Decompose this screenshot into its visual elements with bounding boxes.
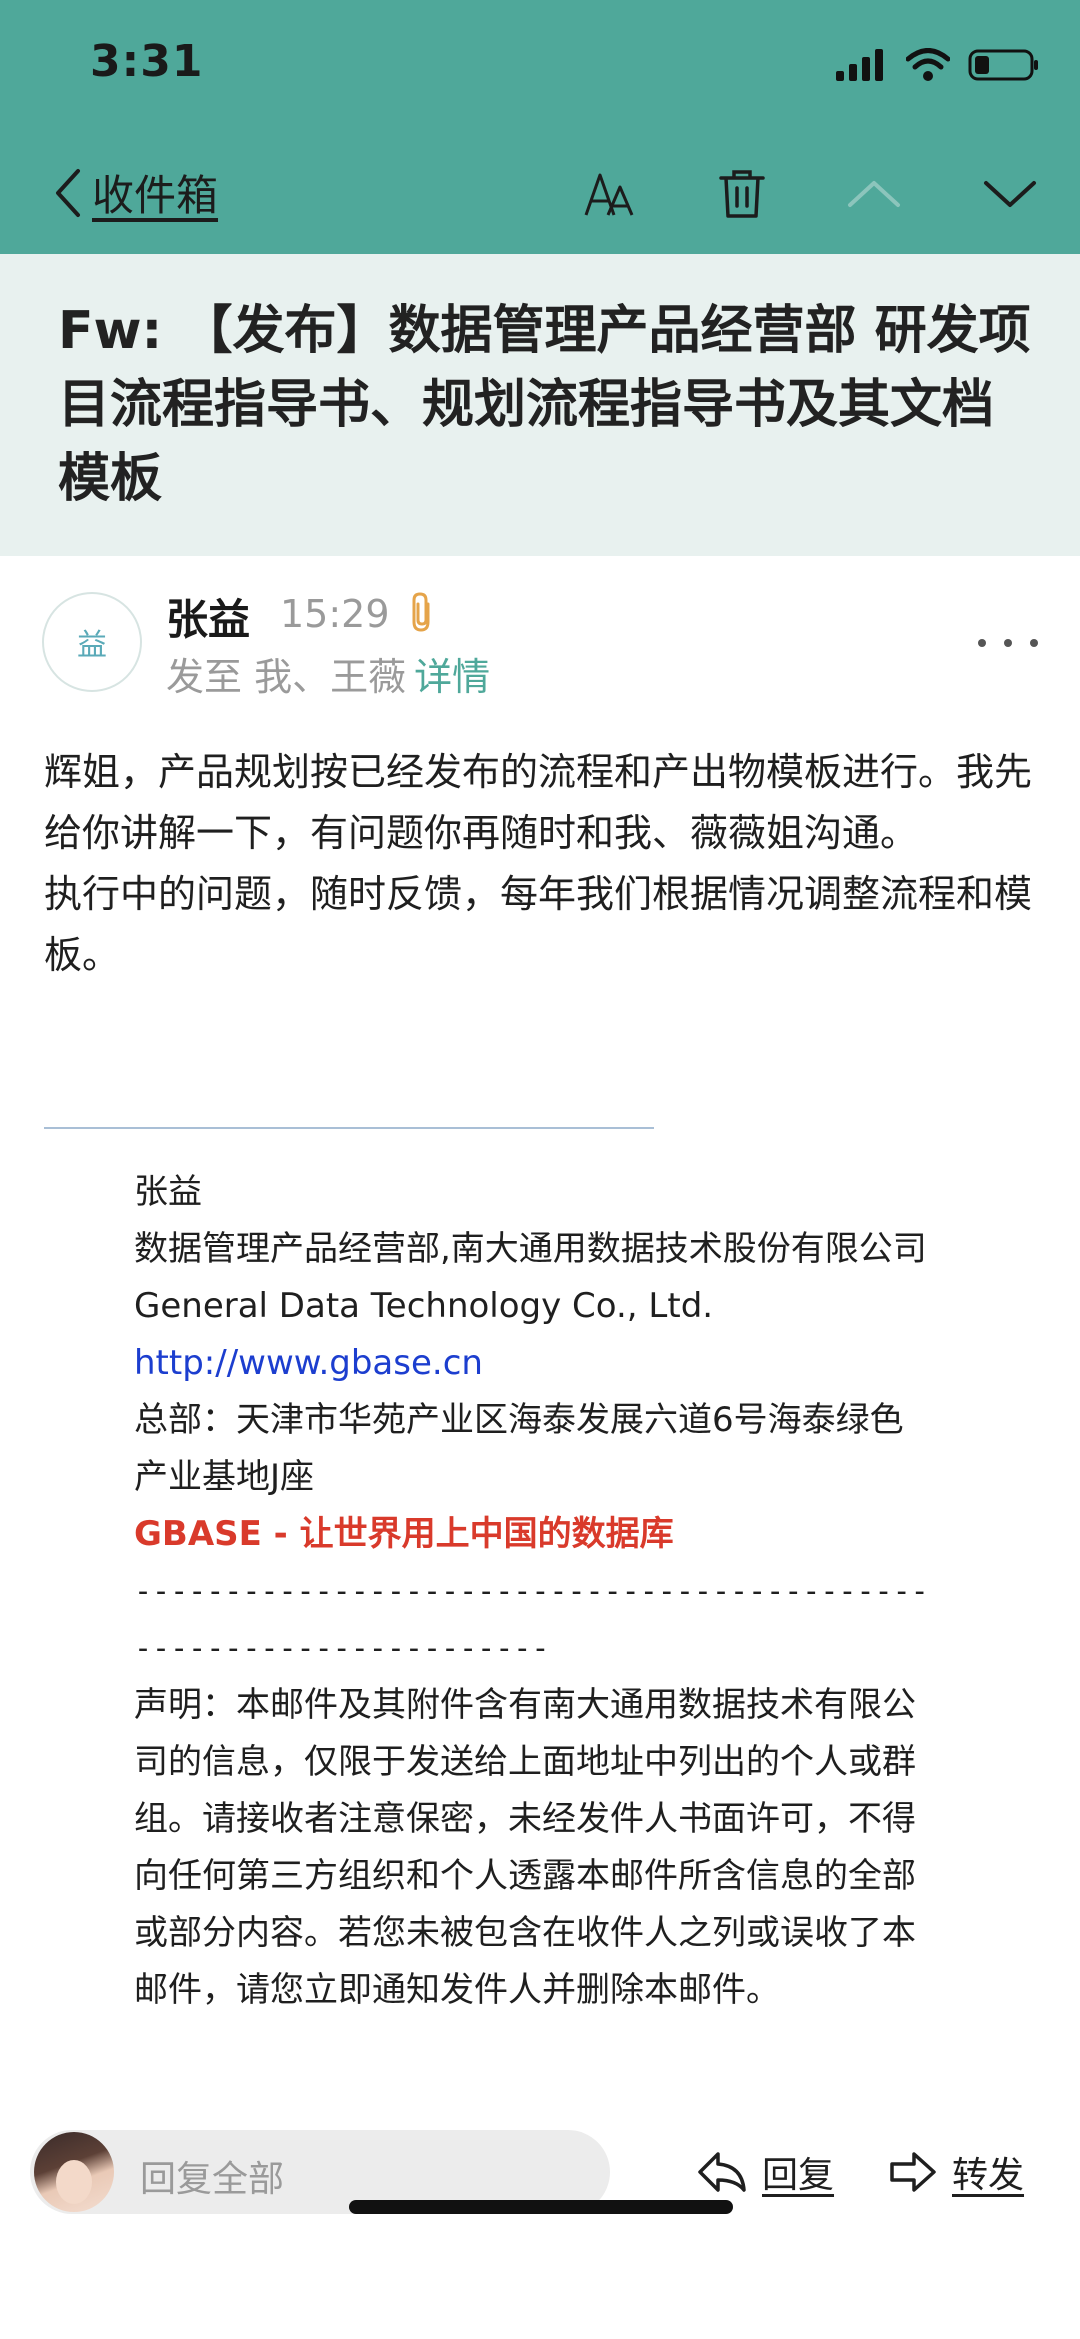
status-time: 3:31 bbox=[90, 36, 204, 87]
status-bar: 3:31 bbox=[0, 0, 1080, 132]
mail-subject: Fw: 【发布】数据管理产品经营部 研发项目流程指导书、规划流程指导书及其文档模… bbox=[58, 301, 1031, 509]
home-indicator[interactable] bbox=[349, 2200, 733, 2214]
cellular-signal-icon bbox=[836, 49, 883, 81]
status-icons bbox=[836, 48, 1040, 82]
mail-body: 辉姐，产品规划按已经发布的流程和产出物模板进行。我先给你讲解一下，有问题你再随时… bbox=[44, 742, 1044, 986]
bottom-action-bar: 回复全部 回复 转发 bbox=[0, 2100, 1080, 2339]
sender-time: 15:29 bbox=[280, 592, 390, 636]
reply-button[interactable]: 回复 bbox=[696, 2146, 834, 2198]
signature-separator: ----------------------------------------… bbox=[134, 1574, 929, 1666]
font-size-button[interactable] bbox=[578, 162, 642, 226]
forward-label: 转发 bbox=[952, 2155, 1025, 2196]
battery-icon bbox=[968, 49, 1038, 81]
sender-avatar[interactable]: 益 bbox=[42, 592, 142, 692]
signature-address: 总部：天津市华苑产业区海泰发展六道6号海泰绿色产业基地J座 bbox=[134, 1400, 904, 1497]
dot-icon bbox=[978, 639, 986, 647]
chevron-down-icon bbox=[984, 181, 1036, 207]
signature-block: 张益 数据管理产品经营部,南大通用数据技术股份有限公司 General Data… bbox=[134, 1164, 934, 2099]
font-size-icon bbox=[584, 173, 634, 216]
sender-row: 益 张益 15:29 发至 我、王薇 详情 bbox=[0, 578, 1080, 708]
signature-divider bbox=[44, 1127, 654, 1129]
signature-company-en: General Data Technology Co., Ltd. bbox=[134, 1286, 714, 1326]
details-link[interactable]: 详情 bbox=[414, 655, 490, 699]
user-avatar bbox=[34, 2132, 114, 2212]
body-paragraph: 执行中的问题，随时反馈，每年我们根据情况调整流程和模板。 bbox=[44, 872, 1033, 977]
dot-icon bbox=[1030, 639, 1038, 647]
reply-icon bbox=[698, 2152, 746, 2192]
signature-website-link[interactable]: http://www.gbase.cn bbox=[134, 1335, 934, 1392]
chevron-left-icon bbox=[56, 168, 80, 217]
chevron-up-icon bbox=[848, 181, 900, 207]
subject-area: Fw: 【发布】数据管理产品经营部 研发项目流程指导书、规划流程指导书及其文档模… bbox=[0, 254, 1080, 556]
signature-name: 张益 bbox=[134, 1172, 202, 1212]
previous-mail-button[interactable] bbox=[842, 162, 906, 226]
trash-icon bbox=[719, 170, 765, 218]
nav-bar: 收件箱 bbox=[0, 132, 1080, 254]
back-button[interactable]: 收件箱 bbox=[52, 162, 218, 223]
wifi-icon bbox=[906, 48, 950, 81]
back-label: 收件箱 bbox=[92, 171, 219, 220]
signature-disclaimer: 声明：本邮件及其附件含有南大通用数据技术有限公司的信息，仅限于发送给上面地址中列… bbox=[134, 1685, 916, 2010]
attachment-icon[interactable] bbox=[408, 590, 436, 634]
sender-name[interactable]: 张益 bbox=[166, 586, 250, 647]
reply-all-placeholder: 回复全部 bbox=[140, 2159, 285, 2200]
forward-button[interactable]: 转发 bbox=[888, 2146, 1024, 2198]
dot-icon bbox=[1004, 639, 1012, 647]
signature-slogan: GBASE - 让世界用上中国的数据库 bbox=[134, 1514, 674, 1554]
recipients: 发至 我、王薇 详情 bbox=[166, 646, 490, 701]
reply-label: 回复 bbox=[762, 2155, 835, 2196]
signature-org: 数据管理产品经营部,南大通用数据技术股份有限公司 bbox=[134, 1229, 927, 1269]
recipients-text: 发至 我、王薇 bbox=[166, 655, 407, 699]
forward-icon bbox=[890, 2152, 936, 2192]
delete-button[interactable] bbox=[710, 162, 774, 226]
more-options-button[interactable] bbox=[978, 628, 1038, 658]
body-paragraph: 辉姐，产品规划按已经发布的流程和产出物模板进行。我先给你讲解一下，有问题你再随时… bbox=[44, 750, 1033, 855]
next-mail-button[interactable] bbox=[978, 162, 1042, 226]
